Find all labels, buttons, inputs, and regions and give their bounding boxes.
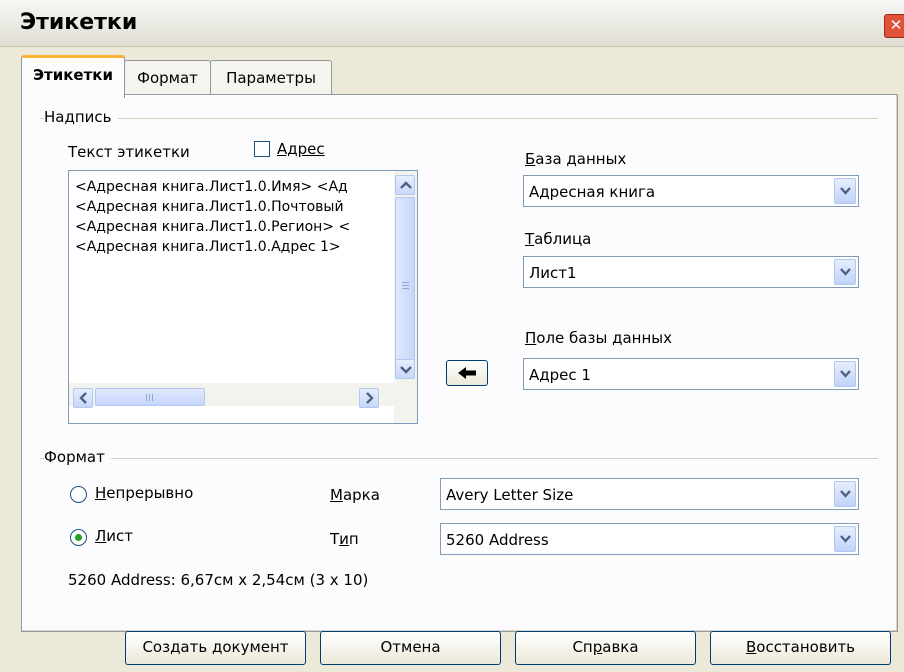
label-text-line: <Адресная книга.Лист1.0.Регион> <: [75, 219, 351, 235]
tab-labels[interactable]: Этикетки: [21, 55, 125, 98]
chevron-down-icon[interactable]: [834, 526, 856, 552]
database-label: База данных: [525, 150, 627, 168]
table-value: Лист1: [529, 264, 577, 282]
database-field-select[interactable]: Адрес 1: [523, 358, 859, 390]
close-icon[interactable]: ✕: [884, 14, 904, 38]
chevron-down-icon[interactable]: [834, 361, 856, 387]
sheet-radio-label[interactable]: Лист: [95, 527, 133, 545]
scroll-left-icon[interactable]: [73, 388, 93, 408]
arrow-left-icon: [458, 367, 476, 379]
labels-dialog: Этикетки ✕ Этикетки Формат Параметры Над…: [0, 0, 904, 672]
brand-label: Марка: [330, 486, 380, 504]
insert-field-button[interactable]: [446, 360, 488, 386]
address-checkbox-label[interactable]: Адрес: [277, 140, 325, 158]
group-divider: [40, 118, 878, 119]
window-title: Этикетки: [20, 10, 138, 35]
group-label-format: Формат: [44, 448, 111, 466]
title-bar[interactable]: Этикетки ✕: [0, 0, 904, 47]
chevron-down-icon[interactable]: [834, 178, 856, 204]
scroll-right-icon[interactable]: [359, 388, 379, 408]
label-text-area[interactable]: <Адресная книга.Лист1.0.Имя> <Ад <Адресн…: [68, 170, 418, 424]
horizontal-scrollbar[interactable]: [69, 383, 394, 408]
chevron-down-icon[interactable]: [834, 481, 856, 507]
create-document-button[interactable]: Создать документ: [125, 631, 306, 665]
database-select[interactable]: Адресная книга: [523, 175, 859, 207]
scroll-down-icon[interactable]: [395, 359, 415, 379]
type-select[interactable]: 5260 Address: [440, 523, 859, 555]
label-text-line: <Адресная книга.Лист1.0.Имя> <Ад: [75, 179, 348, 195]
database-value: Адресная книга: [529, 183, 656, 201]
type-value: 5260 Address: [446, 531, 549, 549]
table-select[interactable]: Лист1: [523, 256, 859, 288]
label-text-line: <Адресная книга.Лист1.0.Адрес 1>: [75, 239, 341, 255]
label-text-label: Текст этикетки: [68, 143, 190, 161]
brand-value: Avery Letter Size: [446, 486, 574, 504]
group-label-inscription: Надпись: [44, 108, 118, 126]
address-checkbox[interactable]: [254, 141, 270, 157]
database-field-value: Адрес 1: [529, 366, 591, 384]
tab-parameters[interactable]: Параметры: [210, 60, 332, 95]
scroll-up-icon[interactable]: [395, 175, 415, 195]
brand-select[interactable]: Avery Letter Size: [440, 478, 859, 510]
reset-button[interactable]: Восстановить: [710, 631, 891, 665]
horizontal-scroll-thumb[interactable]: [95, 388, 205, 406]
cancel-button[interactable]: Отмена: [320, 631, 501, 665]
table-label: Таблица: [525, 230, 592, 248]
label-text-line: <Адресная книга.Лист1.0.Почтовый: [75, 199, 344, 215]
database-field-label: Поле базы данных: [525, 329, 672, 347]
vertical-scroll-thumb[interactable]: [395, 197, 415, 375]
continuous-radio[interactable]: [70, 486, 87, 503]
chevron-down-icon[interactable]: [834, 259, 856, 285]
vertical-scrollbar[interactable]: [394, 171, 417, 423]
tab-format[interactable]: Формат: [124, 60, 211, 95]
group-divider: [40, 458, 878, 459]
continuous-radio-label[interactable]: Непрерывно: [95, 484, 193, 502]
sheet-radio[interactable]: [70, 529, 87, 546]
help-button[interactable]: Справка: [515, 631, 696, 665]
type-label: Тип: [330, 530, 359, 548]
format-info: 5260 Address: 6,67см x 2,54см (3 x 10): [68, 571, 369, 589]
